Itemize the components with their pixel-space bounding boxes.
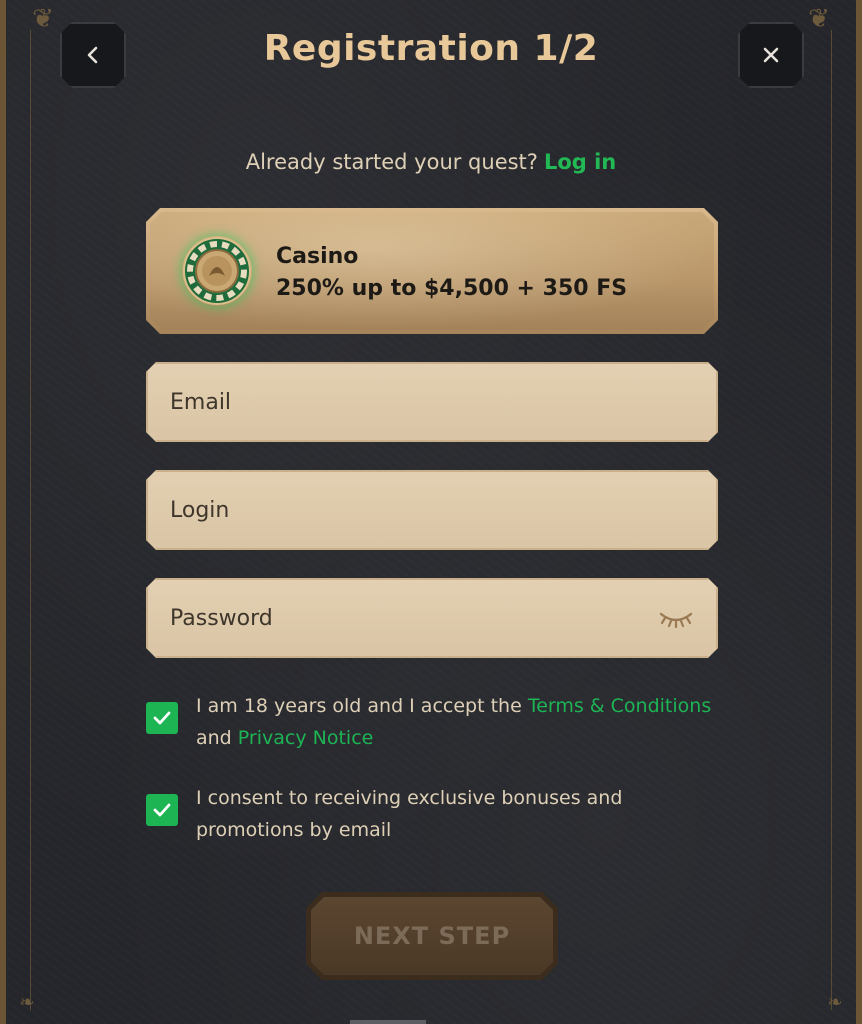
page-title: Registration 1/2: [263, 28, 599, 69]
terms-prefix: I am 18 years old and I accept the: [196, 695, 522, 717]
bonus-name: Casino: [276, 244, 359, 269]
bonus-card[interactable]: Casino 250% up to $4,500 + 350 FS: [146, 208, 718, 334]
inner-border-right: [831, 30, 832, 1010]
terms-text: I am 18 years old and I accept the Terms…: [196, 690, 736, 754]
terms-middle: and: [196, 727, 232, 749]
bonus-offer: 250% up to $4,500 + 350 FS: [276, 276, 628, 301]
next-step-button[interactable]: NEXT STEP: [306, 892, 558, 980]
eye-closed-icon[interactable]: [658, 606, 694, 630]
login-prompt-text: Already started your quest?: [245, 150, 538, 174]
next-step-label: NEXT STEP: [353, 922, 511, 950]
password-field[interactable]: [146, 578, 718, 658]
login-input[interactable]: [146, 470, 718, 550]
terms-link[interactable]: Terms & Conditions: [528, 695, 711, 717]
registration-modal: ❦ ❦ ❧ ❧ Registration 1/2 Already started…: [0, 0, 862, 1024]
checkmark-icon: [153, 711, 171, 725]
corner-ornament-icon: ❧: [827, 992, 843, 1013]
privacy-link[interactable]: Privacy Notice: [238, 727, 374, 749]
corner-ornament-icon: ❧: [19, 992, 35, 1013]
login-prompt: Already started your quest? Log in: [0, 150, 862, 174]
scroll-indicator: [350, 1020, 426, 1024]
login-field[interactable]: [146, 470, 718, 550]
email-input[interactable]: [146, 362, 718, 442]
inner-border-left: [30, 30, 31, 1010]
casino-chip-icon: [182, 236, 252, 306]
checkmark-icon: [153, 803, 171, 817]
next-step-button-body: NEXT STEP: [311, 897, 553, 975]
login-link[interactable]: Log in: [544, 150, 616, 174]
email-consent-checkbox[interactable]: [146, 794, 178, 826]
close-icon: [761, 45, 781, 65]
password-input[interactable]: [146, 578, 718, 658]
bonus-card-body: Casino 250% up to $4,500 + 350 FS: [150, 212, 714, 330]
email-field[interactable]: [146, 362, 718, 442]
close-button[interactable]: [738, 22, 804, 88]
email-consent-text: I consent to receiving exclusive bonuses…: [196, 787, 623, 841]
terms-checkbox[interactable]: [146, 702, 178, 734]
